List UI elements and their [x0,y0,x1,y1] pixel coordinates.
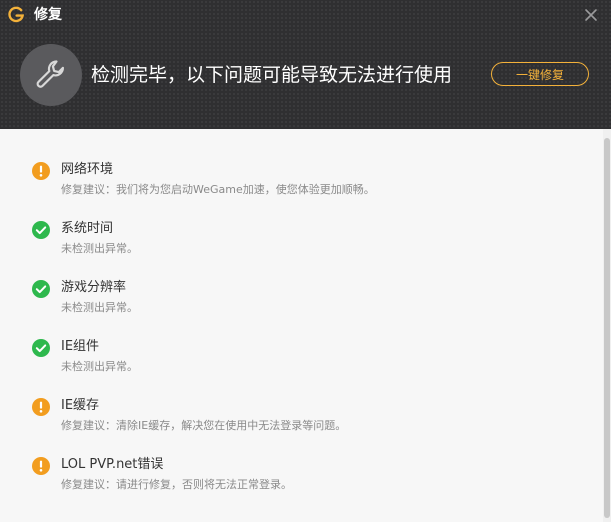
scan-result-headline: 检测完毕，以下问题可能导致无法进行使用 [91,64,453,86]
item-title: 游戏分辨率 [61,280,127,295]
issue-list: 网络环境 修复建议：我们将为您启动WeGame加速，使您体验更加顺畅。 系统时间… [0,129,611,522]
scrollbar-thumb[interactable] [604,138,610,518]
check-icon [32,339,50,357]
check-icon [32,280,50,298]
repair-window: 修复 检测完毕，以下问题可能导致无法进行使用 一键修复 网络环境 修复建议：我们… [0,0,611,522]
item-title: 系统时间 [61,221,114,236]
item-title: IE组件 [61,339,100,354]
warning-icon [32,457,50,475]
item-description: 未检测出异常。 [61,242,138,255]
item-description: 未检测出异常。 [61,301,138,314]
item-description: 修复建议：清除IE缓存，解决您在使用中无法登录等问题。 [61,419,347,432]
item-title: 网络环境 [61,162,114,177]
close-icon[interactable] [584,8,598,22]
one-click-fix-button[interactable]: 一键修复 [491,62,589,86]
item-description: 修复建议：请进行修复，否则将无法正常登录。 [61,478,292,491]
item-description: 修复建议：我们将为您启动WeGame加速，使您体验更加顺畅。 [61,183,375,196]
wrench-icon [36,60,64,88]
header-banner: 修复 检测完毕，以下问题可能导致无法进行使用 一键修复 [0,0,611,129]
warning-icon [32,162,50,180]
item-description: 未检测出异常。 [61,360,138,373]
warning-icon [32,398,50,416]
check-icon [32,221,50,239]
window-title: 修复 [34,7,62,23]
item-title: LOL PVP.net错误 [61,457,164,472]
wrench-badge [20,44,82,106]
item-title: IE缓存 [61,398,100,413]
wegame-logo-icon [8,6,25,23]
